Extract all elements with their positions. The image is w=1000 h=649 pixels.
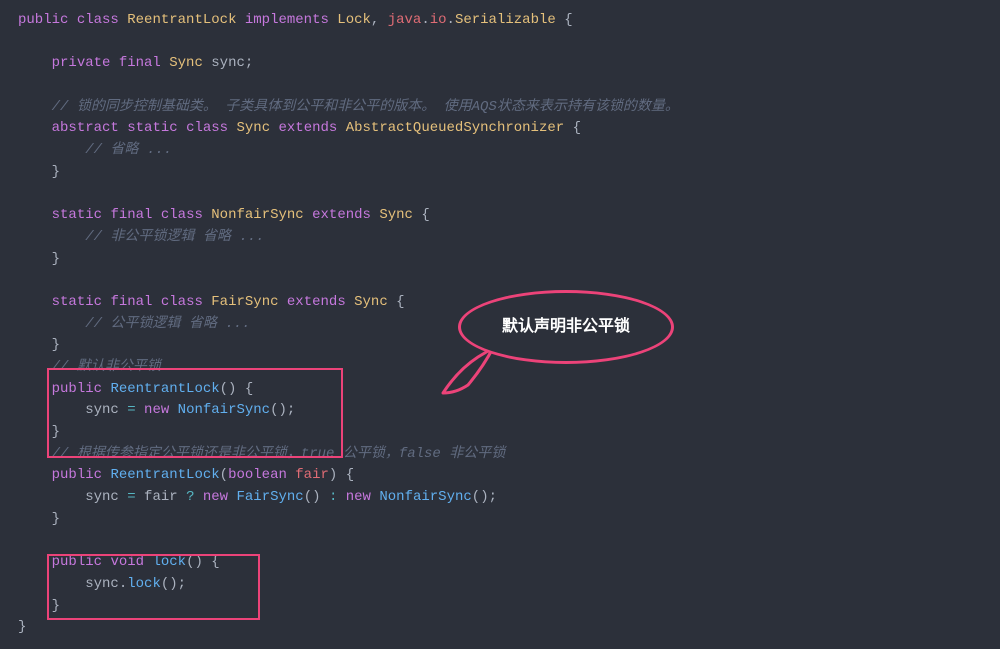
kw-extends: extends xyxy=(287,294,346,310)
comment: // 默认非公平锁 xyxy=(52,359,161,375)
comment: // 省略 ... xyxy=(85,142,172,158)
id-java: java xyxy=(388,12,422,28)
kw-static: static xyxy=(52,207,102,223)
ctor-reentrantlock: ReentrantLock xyxy=(110,381,219,397)
type-sync: Sync xyxy=(236,120,270,136)
type-aqs: AbstractQueuedSynchronizer xyxy=(346,120,564,136)
callout-text: 默认声明非公平锁 xyxy=(502,315,630,340)
kw-extends: extends xyxy=(312,207,371,223)
kw-new: new xyxy=(144,402,169,418)
kw-new: new xyxy=(346,489,371,505)
kw-class: class xyxy=(186,120,228,136)
type-reentrantlock: ReentrantLock xyxy=(127,12,236,28)
kw-private: private xyxy=(52,55,111,71)
kw-class: class xyxy=(161,207,203,223)
kw-new: new xyxy=(203,489,228,505)
kw-extends: extends xyxy=(279,120,338,136)
fn-lock-call: lock xyxy=(127,576,161,592)
comment: // 锁的同步控制基础类。 子类具体到公平和非公平的版本。 使用AQS状态来表示… xyxy=(52,99,679,115)
kw-boolean: boolean xyxy=(228,467,287,483)
comment: // 公平锁逻辑 省略 ... xyxy=(85,316,250,332)
kw-class: class xyxy=(161,294,203,310)
comment: // 根据传参指定公平锁还是非公平锁，true 公平锁，false 非公平锁 xyxy=(52,446,506,462)
type-sync: Sync xyxy=(379,207,413,223)
kw-void: void xyxy=(110,554,144,570)
ctor-nonfairsync: NonfairSync xyxy=(178,402,270,418)
type-lock: Lock xyxy=(337,12,371,28)
kw-static: static xyxy=(52,294,102,310)
id-sync: sync xyxy=(211,55,245,71)
comment: // 非公平锁逻辑 省略 ... xyxy=(85,229,264,245)
kw-public: public xyxy=(52,554,102,570)
fn-lock: lock xyxy=(152,554,186,570)
id-io: io xyxy=(430,12,447,28)
kw-public: public xyxy=(52,381,102,397)
kw-final: final xyxy=(110,294,152,310)
type-fairsync: FairSync xyxy=(211,294,278,310)
kw-static: static xyxy=(127,120,177,136)
kw-public: public xyxy=(52,467,102,483)
id-sync: sync xyxy=(85,489,119,505)
id-sync: sync xyxy=(85,576,119,592)
type-sync: Sync xyxy=(354,294,388,310)
type-serializable: Serializable xyxy=(455,12,556,28)
kw-class: class xyxy=(77,12,119,28)
ctor-reentrantlock: ReentrantLock xyxy=(110,467,219,483)
kw-final: final xyxy=(110,207,152,223)
type-sync: Sync xyxy=(169,55,203,71)
id-sync: sync xyxy=(85,402,119,418)
type-nonfairsync: NonfairSync xyxy=(211,207,303,223)
kw-final: final xyxy=(119,55,161,71)
param-fair: fair xyxy=(295,467,329,483)
callout-bubble: 默认声明非公平锁 xyxy=(458,290,674,364)
id-fair: fair xyxy=(144,489,178,505)
ctor-nonfairsync: NonfairSync xyxy=(379,489,471,505)
kw-public: public xyxy=(18,12,68,28)
kw-abstract: abstract xyxy=(52,120,119,136)
ctor-fairsync: FairSync xyxy=(237,489,304,505)
kw-implements: implements xyxy=(245,12,329,28)
